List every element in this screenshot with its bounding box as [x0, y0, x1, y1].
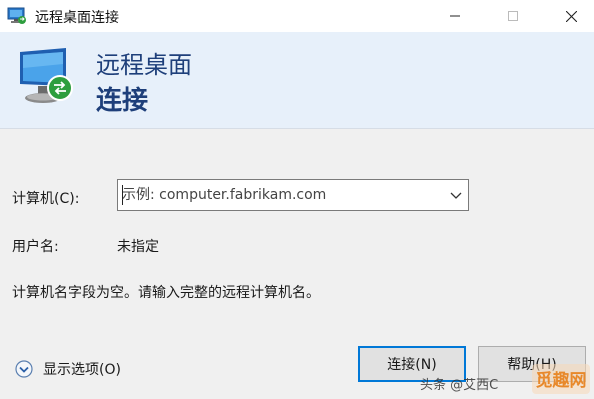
- close-icon: [565, 10, 577, 22]
- show-options-label: 显示选项(O): [43, 362, 121, 378]
- username-label: 用户名:: [12, 239, 59, 255]
- validation-message: 计算机名字段为空。请输入完整的远程计算机名。: [12, 285, 320, 301]
- chevron-down-circle-icon: [15, 360, 33, 378]
- computer-input[interactable]: [122, 184, 442, 206]
- show-options-toggle[interactable]: 显示选项(O): [15, 359, 121, 379]
- maximize-button[interactable]: [490, 0, 536, 32]
- remote-desktop-icon: [7, 7, 26, 24]
- username-value: 未指定: [117, 239, 159, 255]
- chevron-down-icon[interactable]: [450, 189, 462, 201]
- maximize-icon: [508, 11, 518, 21]
- text-caret: [122, 185, 123, 205]
- minimize-button[interactable]: [432, 0, 478, 32]
- watermark-logo: 觅趣网: [532, 364, 590, 394]
- close-button[interactable]: [548, 0, 594, 32]
- remote-desktop-monitor-icon: [20, 48, 73, 103]
- computer-combobox[interactable]: [117, 179, 469, 211]
- watermark-text: 头条 @艾西C: [420, 378, 499, 393]
- svg-text:觅趣网: 觅趣网: [536, 370, 587, 391]
- computer-label: 计算机(C):: [12, 191, 80, 207]
- window-title: 远程桌面连接: [35, 10, 119, 26]
- title-bar: 远程桌面连接: [0, 0, 594, 32]
- minimize-icon: [450, 15, 460, 17]
- header-banner: 远程桌面 连接: [0, 32, 594, 129]
- banner-title-line1: 远程桌面: [96, 51, 192, 79]
- banner-title-line2: 连接: [96, 86, 149, 116]
